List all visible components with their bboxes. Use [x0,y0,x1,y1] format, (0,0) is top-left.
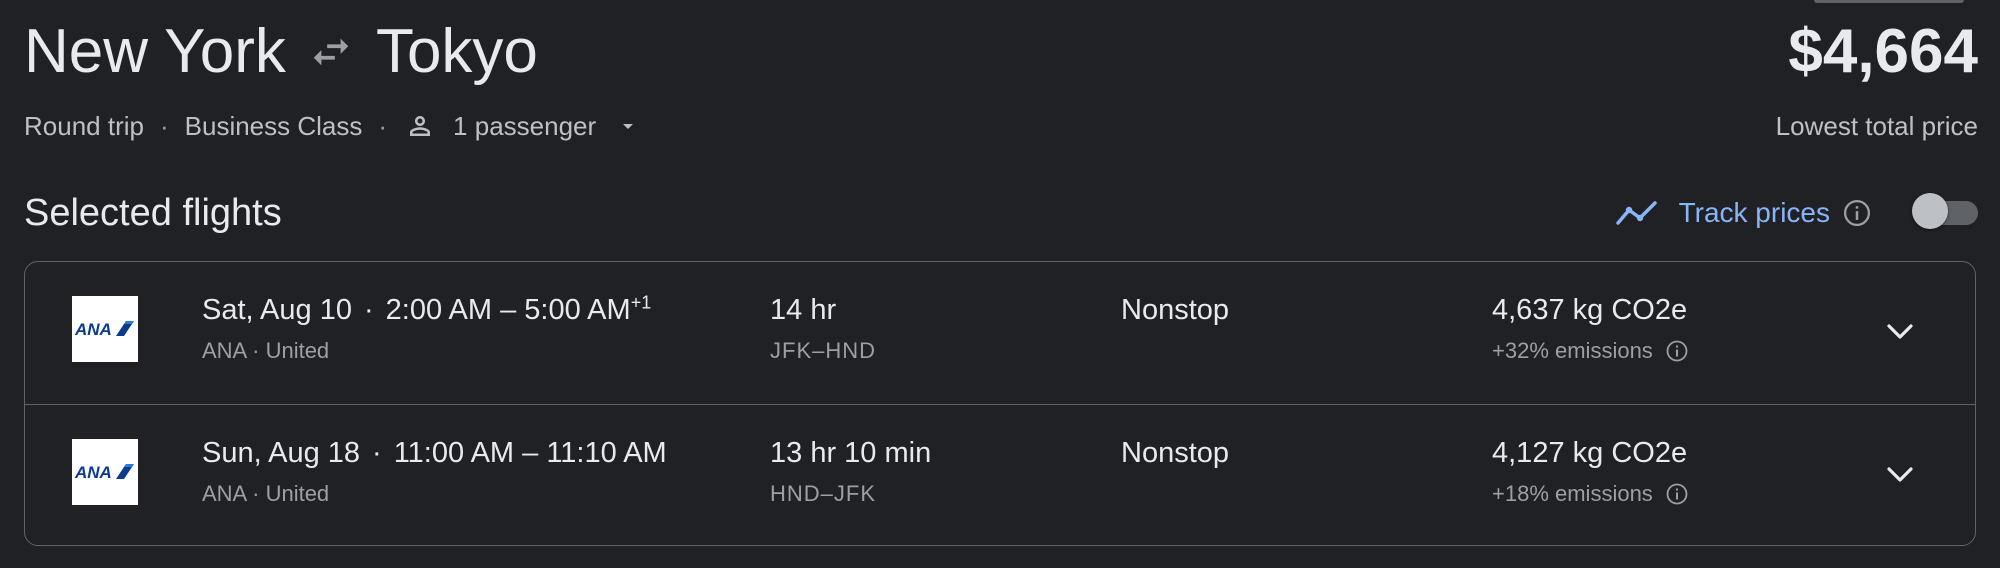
ana-logo-icon: ANA [74,320,134,339]
info-icon[interactable] [1665,482,1689,506]
ana-logo-icon: ANA [74,463,134,482]
flight-time-range: 2:00 AM – 5:00 AM [385,294,631,326]
emissions-delta-text: +18% emissions [1492,481,1653,506]
track-prices-control[interactable]: Track prices [1615,188,1978,238]
chevron-down-icon [1887,467,1913,482]
svg-text:ANA: ANA [74,463,112,482]
flight-emissions: 4,637 kg CO2e [1492,294,1688,326]
ana-airline-logo: ANA [72,296,138,362]
track-prices-label[interactable]: Track prices [1679,197,1830,229]
flight-row[interactable]: ANA Sun, Aug 18 · 11:00 AM – 11:10 AM ANA … [25,404,1975,547]
flight-time-range: 11:00 AM – 11:10 AM [393,437,667,469]
emissions-delta-text: +32% emissions [1492,338,1653,363]
round-trip-arrows-icon [313,38,349,66]
trip-type: Round trip [24,111,144,141]
flight-date: Sun, Aug 18 [202,437,361,469]
flight-times: Sat, Aug 10 · 2:00 AM – 5:00 AM+1 [202,290,651,330]
emissions-delta: +18% emissions [1492,479,1689,509]
total-price: $4,664 [1788,17,1978,86]
flight-airports: JFK–HND [770,338,877,363]
trip-meta: Round trip · Business Class · 1 passenge… [24,104,640,148]
flight-stops: Nonstop [1121,294,1230,326]
operating-airlines: ANA · United [202,481,330,506]
route-title: New York Tokyo [24,12,538,92]
flight-row[interactable]: ANA Sat, Aug 10 · 2:00 AM – 5:00 AM+1 ANA … [25,262,1975,404]
flight-stops: Nonstop [1121,437,1230,469]
flight-summary-page: New York Tokyo $4,664 Round trip · Busin… [0,0,2000,568]
selected-flights-card: ANA Sat, Aug 10 · 2:00 AM – 5:00 AM+1 ANA … [24,261,1976,546]
meta-separator: · [378,111,388,141]
flight-times: Sun, Aug 18 · 11:00 AM – 11:10 AM [202,433,667,473]
ana-airline-logo: ANA [72,439,138,505]
destination-city: Tokyo [375,17,538,86]
flight-emissions: 4,127 kg CO2e [1492,437,1688,469]
top-edge-bar [1814,0,1964,3]
flight-duration: 13 hr 10 min [770,437,932,469]
person-icon [410,116,431,136]
flight-airports: HND–JFK [770,481,877,506]
flight-duration: 14 hr [770,294,837,326]
selected-flights-heading: Selected flights [24,192,282,234]
flight-date: Sat, Aug 10 [202,294,352,326]
dropdown-caret-icon[interactable] [616,114,640,138]
times-separator: · [363,294,374,326]
svg-text:ANA: ANA [74,320,112,339]
origin-city: New York [24,17,286,86]
expand-flight-button[interactable] [1880,312,1920,352]
cabin-class: Business Class [184,111,363,141]
passenger-count[interactable]: 1 passenger [453,104,596,148]
operating-airlines: ANA · United [202,338,330,363]
chevron-down-icon [1887,324,1913,339]
price-caption: Lowest total price [1775,111,1978,141]
expand-flight-button[interactable] [1880,455,1920,495]
track-prices-toggle[interactable] [1912,193,1978,229]
meta-separator: · [159,111,169,141]
day-offset: +1 [630,292,652,313]
emissions-delta: +32% emissions [1492,336,1689,366]
info-icon[interactable] [1665,339,1689,363]
info-icon[interactable] [1842,198,1872,228]
toggle-knob [1912,193,1948,229]
times-separator: · [372,437,382,469]
price-trend-icon [1615,201,1657,225]
